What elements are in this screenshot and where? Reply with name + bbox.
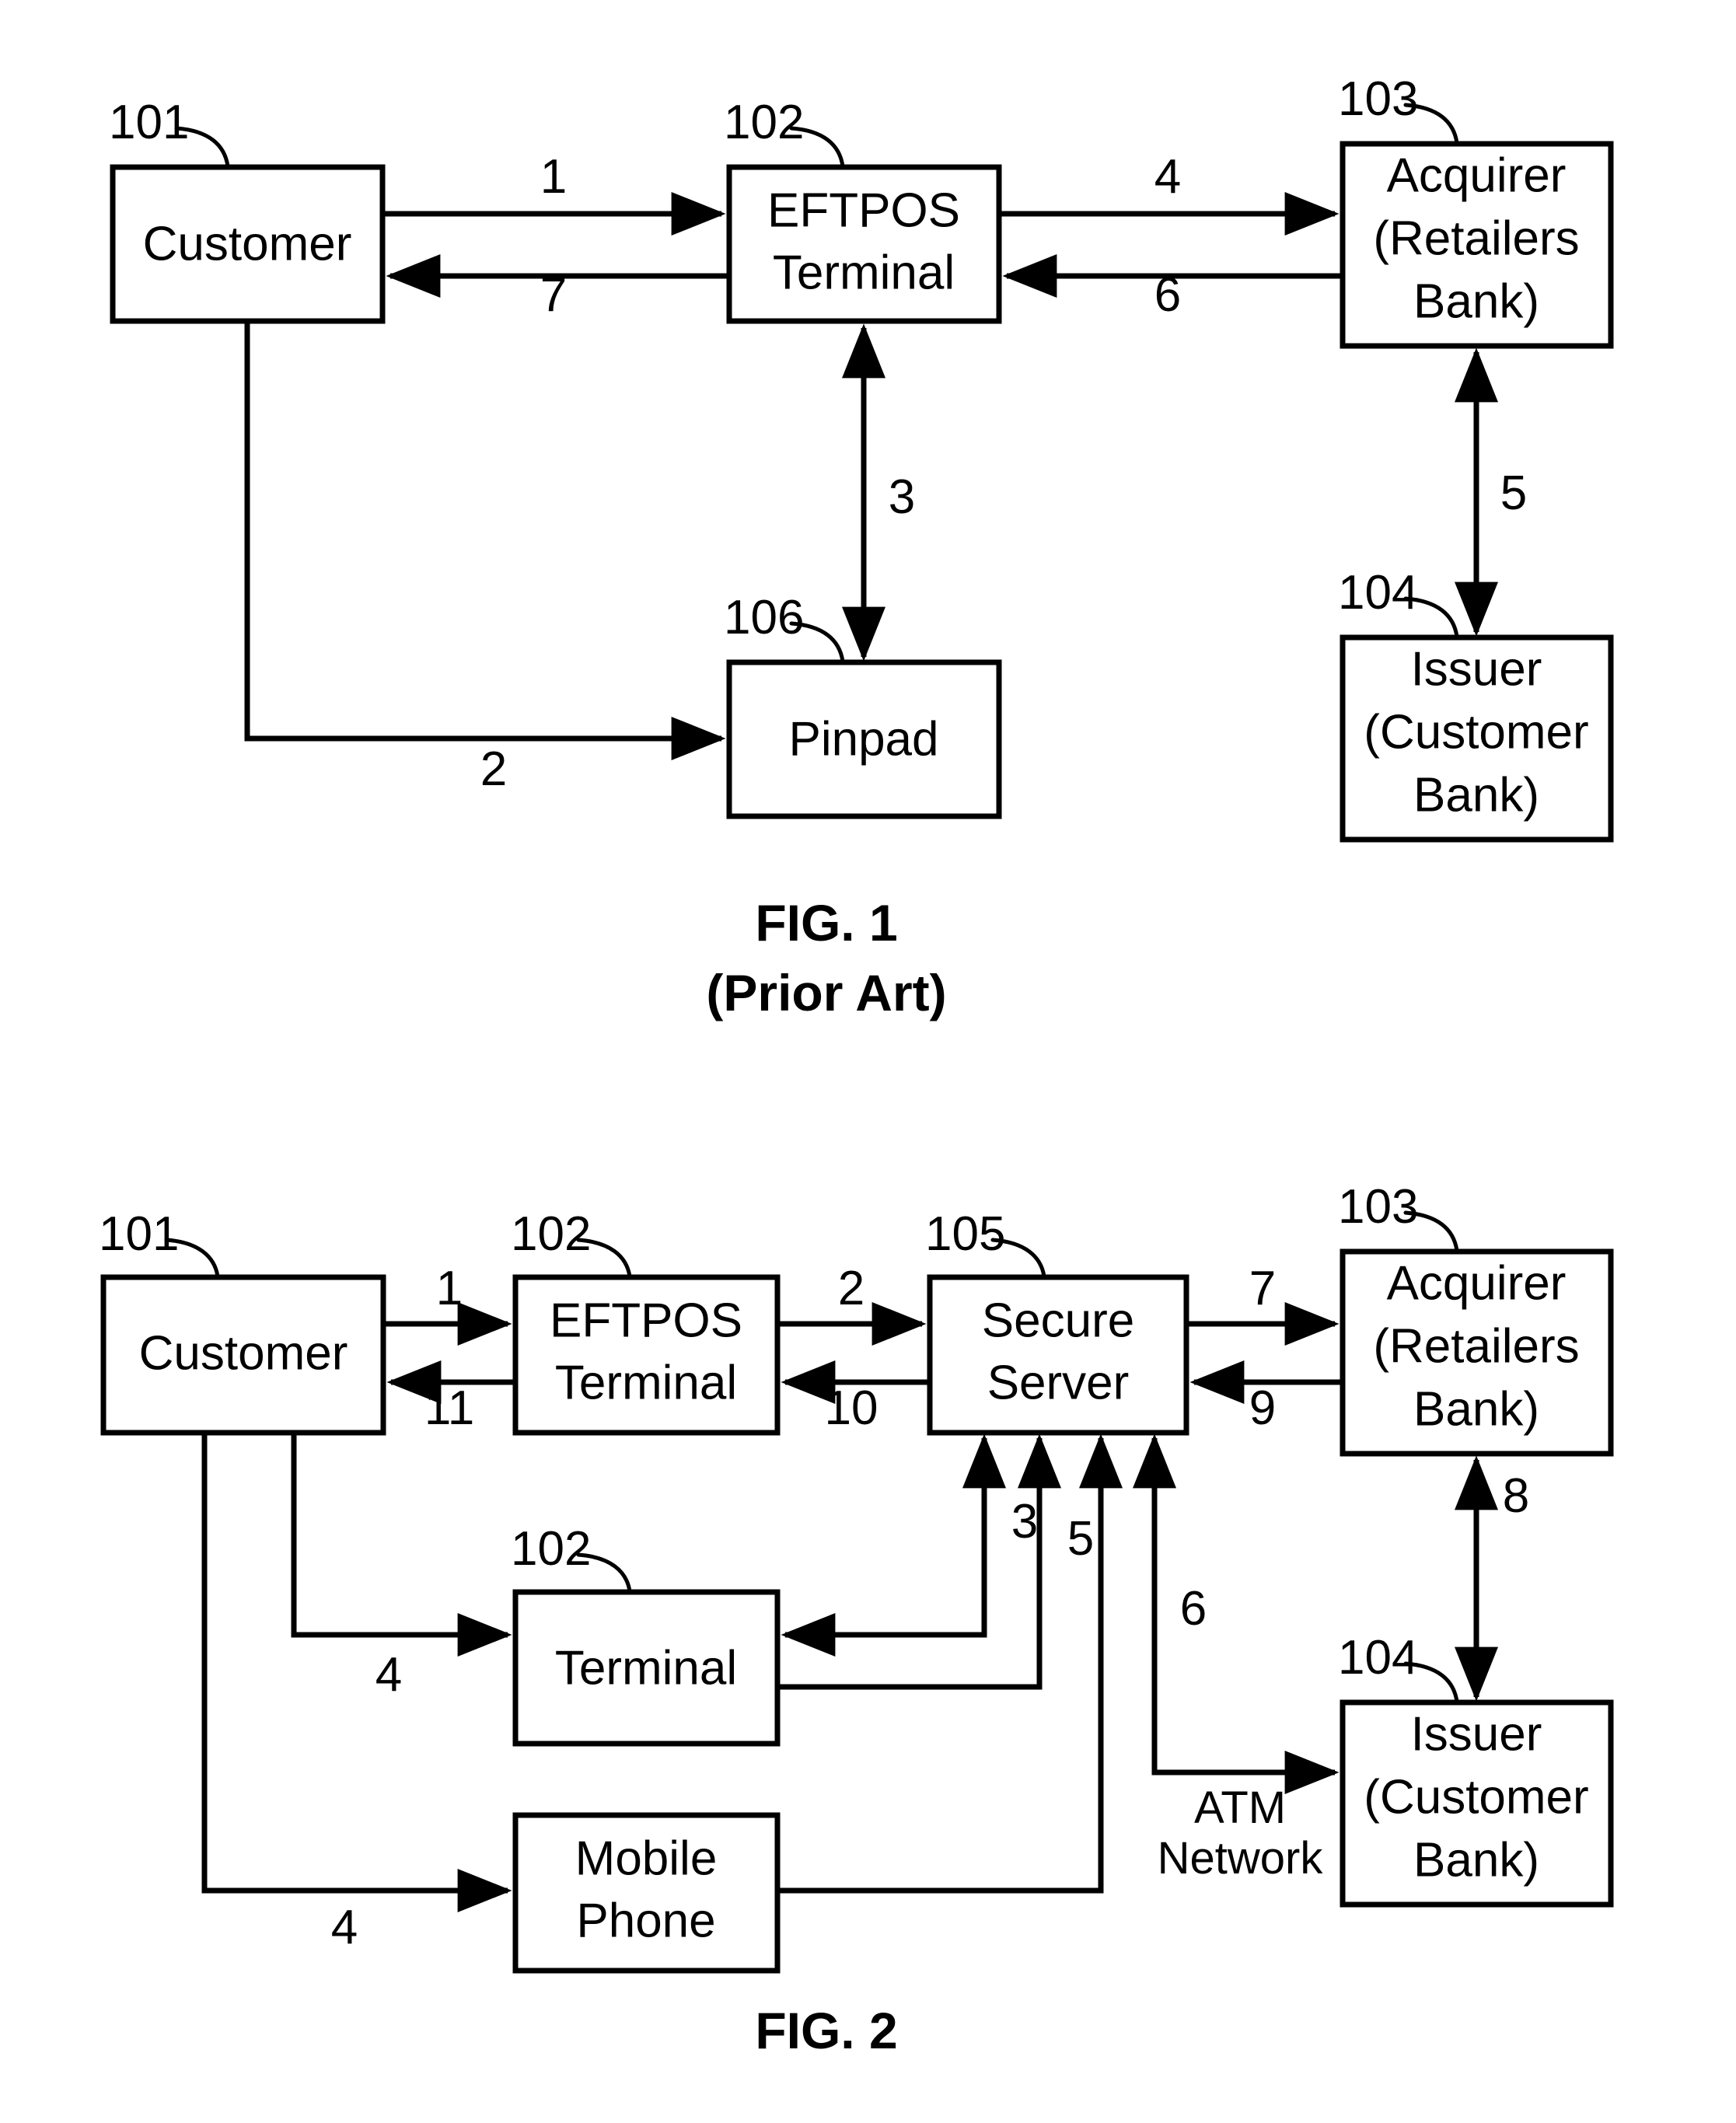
- fig1-step-5-label: 5: [1500, 466, 1527, 520]
- fig1-customer-label: Customer: [143, 217, 352, 271]
- fig2-step-7-label: 7: [1249, 1262, 1276, 1315]
- fig2-step-9-label: 9: [1249, 1381, 1276, 1435]
- fig2-ref-102-top: 102: [511, 1207, 591, 1261]
- fig2-acquirer-label-line1: Acquirer: [1387, 1256, 1567, 1310]
- fig2-atm-network-label-line2: Network: [1158, 1833, 1324, 1884]
- fig2-step-10-label: 10: [825, 1381, 878, 1435]
- fig2-ref-103: 103: [1338, 1180, 1418, 1234]
- fig2-acquirer-label-line2: (Retailers: [1373, 1319, 1579, 1373]
- fig1-ref-104: 104: [1338, 566, 1418, 620]
- fig2-mobile-label-line1: Mobile: [575, 1831, 718, 1885]
- fig2-issuer-label-line3: Bank): [1413, 1833, 1539, 1887]
- fig1-step-1-label: 1: [540, 150, 567, 204]
- fig1-eftpos-label-line2: Terminal: [773, 246, 955, 299]
- fig2-arrow-3: [781, 1433, 1006, 1657]
- fig2-issuer-label-line2: (Customer: [1364, 1770, 1588, 1824]
- fig1-acquirer-label-line3: Bank): [1413, 274, 1539, 328]
- fig1-issuer-label-line3: Bank): [1413, 768, 1539, 822]
- fig2-mobile-label-line2: Phone: [576, 1894, 715, 1947]
- fig2-ref-102-mid: 102: [511, 1522, 591, 1576]
- figure-2: Customer 101 EFTPOS Terminal 102 Secure …: [99, 1180, 1614, 2059]
- fig2-step-5-label: 5: [1067, 1512, 1094, 1566]
- fig2-customer-label: Customer: [139, 1326, 348, 1380]
- fig1-acquirer-label-line2: (Retailers: [1373, 211, 1579, 265]
- fig1-pinpad-label: Pinpad: [788, 712, 938, 766]
- fig1-step-2-label: 2: [480, 742, 507, 796]
- fig2-step-6-label: 6: [1180, 1582, 1207, 1636]
- figure-1: Customer 101 EFTPOS Terminal 102 Acquire…: [109, 72, 1614, 1021]
- fig2-step-1-label: 1: [436, 1262, 463, 1315]
- fig2-issuer-label-line1: Issuer: [1411, 1707, 1542, 1761]
- fig1-ref-103: 103: [1338, 72, 1418, 126]
- fig2-ref-105: 105: [925, 1207, 1005, 1261]
- fig1-caption-line1: FIG. 1: [755, 894, 897, 952]
- fig1-step-4-label: 4: [1154, 150, 1181, 204]
- fig2-ref-104: 104: [1338, 1631, 1418, 1685]
- fig2-atm-network-label-line1: ATM: [1194, 1783, 1286, 1833]
- fig1-caption-line2: (Prior Art): [706, 964, 946, 1021]
- fig2-terminal-label: Terminal: [555, 1641, 737, 1695]
- fig2-step-3-label: 3: [1011, 1495, 1038, 1549]
- fig1-step-7-label: 7: [540, 268, 567, 322]
- fig2-step-8-label: 8: [1503, 1469, 1529, 1523]
- fig1-issuer-label-line2: (Customer: [1364, 705, 1588, 759]
- fig2-secure-label-line1: Secure: [982, 1294, 1134, 1347]
- patent-drawing-sheet: Customer 101 EFTPOS Terminal 102 Acquire…: [0, 0, 1736, 2123]
- fig2-eftpos-label-line1: EFTPOS: [550, 1294, 742, 1347]
- fig2-step-4-terminal-label: 4: [375, 1648, 402, 1702]
- fig1-ref-102: 102: [724, 96, 804, 149]
- fig1-acquirer-label-line1: Acquirer: [1387, 148, 1567, 202]
- fig1-ref-106: 106: [724, 591, 804, 644]
- fig1-ref-101: 101: [109, 96, 189, 149]
- fig2-arrow-5: [780, 1433, 1061, 1690]
- fig1-step-6-label: 6: [1154, 268, 1181, 322]
- fig2-step-2-label: 2: [838, 1262, 865, 1315]
- fig2-caption-line1: FIG. 2: [755, 2002, 897, 2059]
- fig2-line-mobile-to-secure-server: [780, 1433, 1123, 1894]
- fig2-acquirer-label-line3: Bank): [1413, 1382, 1539, 1436]
- fig2-step-11-label: 11: [424, 1381, 474, 1435]
- fig2-arrow-4-terminal: [291, 1435, 512, 1657]
- fig2-ref-101: 101: [99, 1207, 179, 1261]
- fig1-step-3-label: 3: [889, 470, 915, 524]
- fig1-eftpos-label-line1: EFTPOS: [767, 183, 960, 237]
- fig1-issuer-label-line1: Issuer: [1411, 642, 1542, 696]
- fig2-arrow-4-mobile: [201, 1435, 512, 1912]
- fig2-eftpos-label-line2: Terminal: [555, 1356, 737, 1409]
- fig2-secure-label-line2: Server: [987, 1356, 1130, 1409]
- fig2-step-4-mobile-label: 4: [331, 1901, 358, 1954]
- fig1-arrow-2: [244, 323, 726, 760]
